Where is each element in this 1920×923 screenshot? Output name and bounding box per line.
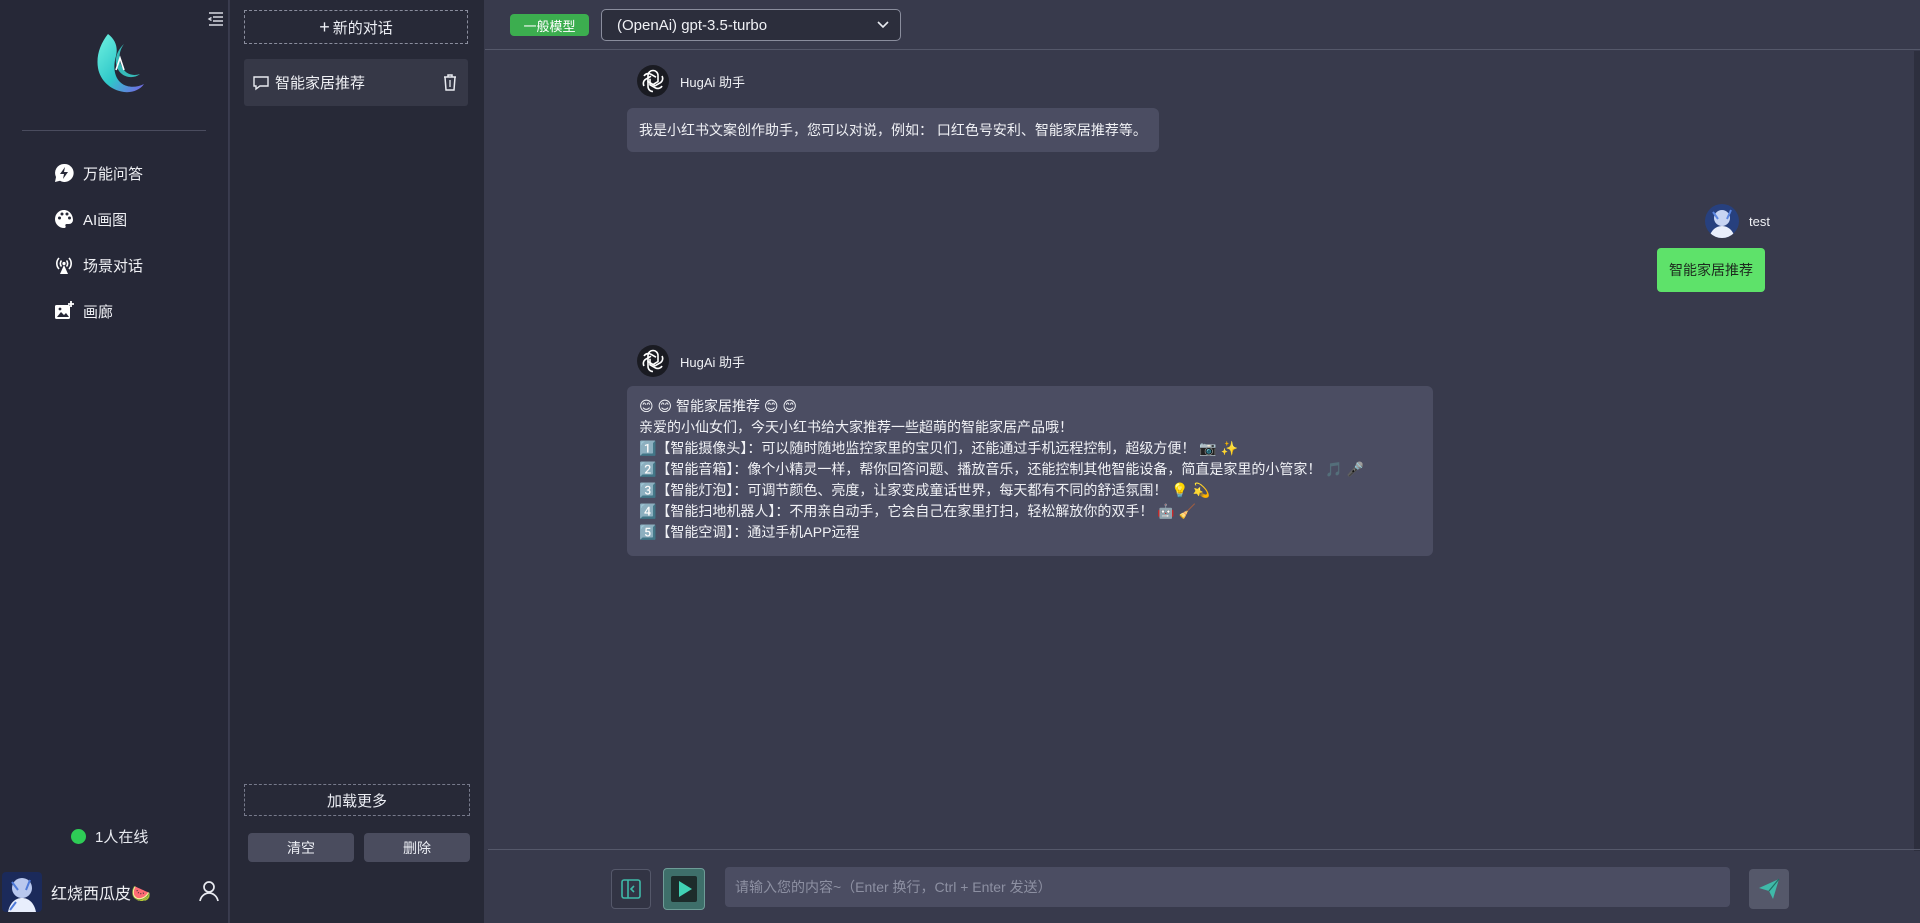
reply-line: 😊 😊 智能家居推荐 😊 😊 — [639, 398, 797, 414]
delete-conversation-icon[interactable] — [440, 72, 460, 92]
user-message-bubble: 智能家居推荐 — [1657, 248, 1765, 292]
chat-bubble-icon — [253, 75, 269, 90]
current-user: 红烧西瓜皮🍉 — [0, 870, 229, 914]
palette-icon — [55, 210, 73, 228]
online-dot — [71, 829, 86, 844]
openai-logo-icon — [637, 65, 669, 97]
chevron-down-icon — [877, 21, 889, 29]
nav-item-label: AI画图 — [83, 211, 128, 229]
openai-logo-icon — [637, 345, 669, 377]
greeting-text: 我是小红书文案创作助手，您可以对说，例如： 口红色号安利、智能家居推荐等。 — [639, 121, 1147, 138]
delete-button[interactable]: 删除 — [364, 833, 470, 862]
bot-name: HugAi 助手 — [680, 354, 746, 370]
nav-item-scene-dialog[interactable]: 场景对话 — [0, 242, 229, 288]
nav-item-label: 场景对话 — [83, 257, 144, 275]
new-chat-button[interactable]: + 新的对话 — [244, 10, 468, 44]
conversation-panel: + 新的对话 智能家居推荐 加载更多 清空 删除 — [230, 0, 484, 923]
clear-button[interactable]: 清空 — [248, 833, 354, 862]
reply-line: 2️⃣【智能音箱】：像个小精灵一样，帮你回答问题、播放音乐，还能控制其他智能设备… — [639, 461, 1365, 477]
nav-item-ai-drawing[interactable]: AI画图 — [0, 196, 229, 242]
left-nav: 万能问答 AI画图 场景对话 画廊 1人在线 红烧西瓜皮🍉 — [0, 0, 229, 923]
conversation-title: 智能家居推荐 — [275, 75, 366, 92]
nav-item-universal-qa[interactable]: 万能问答 — [0, 150, 229, 196]
reply-line: 5️⃣【智能空调】：通过手机APP远程 — [639, 524, 860, 540]
app-root: 万能问答 AI画图 场景对话 画廊 1人在线 红烧西瓜皮🍉 + 新的对话 智能家… — [0, 0, 1920, 923]
user-message-name: test — [1749, 213, 1770, 229]
new-chat-label: 新的对话 — [332, 19, 393, 37]
play-button[interactable] — [663, 868, 705, 910]
nav-list: 万能问答 AI画图 场景对话 画廊 — [0, 150, 229, 334]
play-icon — [671, 876, 697, 902]
lightning-chat-icon — [55, 163, 74, 182]
bot-greeting-bubble: 我是小红书文案创作助手，您可以对说，例如： 口红色号安利、智能家居推荐等。 — [627, 108, 1159, 152]
bot-reply-header: HugAi 助手 — [636, 344, 745, 378]
send-icon — [1759, 878, 1780, 899]
send-button[interactable] — [1749, 869, 1789, 909]
load-more-button[interactable]: 加载更多 — [244, 784, 470, 816]
model-select-value: (OpenAi) gpt-3.5-turbo — [617, 16, 768, 34]
conversation-actions: 清空 删除 — [248, 833, 470, 862]
user-message-header: test — [1705, 204, 1770, 238]
bot-name: HugAi 助手 — [680, 74, 746, 90]
reply-line: 4️⃣【智能扫地机器人】：不用亲自动手，它会自己在家里打扫，轻松解放你的双手！ … — [639, 503, 1197, 519]
bot-message-header: HugAi 助手 — [636, 64, 745, 98]
reply-line: 1️⃣【智能摄像头】：可以随时随地监控家里的宝贝们，还能通过手机远程控制，超级方… — [639, 440, 1239, 456]
user-name: 红烧西瓜皮🍉 — [51, 886, 151, 903]
top-bar: 一般模型 (OpenAi) gpt-3.5-turbo — [485, 0, 1920, 50]
image-add-icon — [55, 301, 74, 319]
nav-item-label: 万能问答 — [83, 165, 144, 183]
nav-divider — [22, 130, 206, 131]
user-avatar[interactable] — [2, 872, 42, 912]
conversation-item[interactable]: 智能家居推荐 — [244, 59, 468, 106]
user-message-avatar — [1705, 204, 1739, 238]
chat-scrollbar[interactable] — [1914, 51, 1920, 851]
broadcast-icon — [56, 257, 72, 274]
reply-line: 亲爱的小仙女们，今天小红书给大家推荐一些超萌的智能家居产品哦！ — [639, 419, 1073, 435]
message-input[interactable] — [725, 867, 1730, 907]
online-status: 1人在线 — [71, 826, 148, 847]
online-count: 1人在线 — [95, 829, 149, 846]
plus-icon: + — [319, 17, 330, 37]
collapse-sidebar-icon[interactable] — [207, 10, 225, 28]
model-select[interactable]: (OpenAi) gpt-3.5-turbo — [601, 9, 901, 41]
app-logo — [86, 30, 146, 96]
input-divider — [488, 849, 1920, 850]
bot-reply-bubble: 😊 😊 智能家居推荐 😊 😊 亲爱的小仙女们，今天小红书给大家推荐一些超萌的智能… — [627, 386, 1433, 556]
nav-item-gallery[interactable]: 画廊 — [0, 288, 229, 334]
nav-item-label: 画廊 — [83, 303, 114, 321]
panel-collapse-icon — [621, 879, 641, 899]
model-type-badge[interactable]: 一般模型 — [510, 14, 589, 36]
user-profile-icon[interactable] — [198, 880, 220, 902]
reply-line: 3️⃣【智能灯泡】：可调节颜色、亮度，让家变成童话世界，每天都有不同的舒适氛围！… — [639, 482, 1211, 498]
chat-main: 一般模型 (OpenAi) gpt-3.5-turbo HugAi 助手 我是小… — [485, 0, 1920, 923]
toggle-panel-button[interactable] — [611, 869, 651, 909]
